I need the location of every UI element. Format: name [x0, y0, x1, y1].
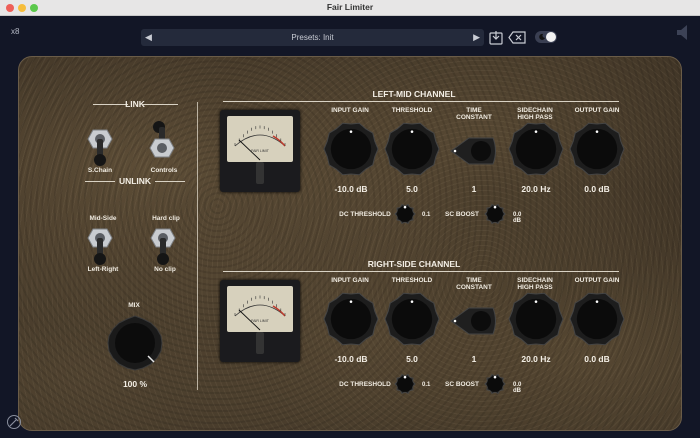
sc-boost-knob[interactable] — [484, 203, 506, 225]
time-constant-selector[interactable] — [449, 135, 499, 167]
hardclip-noclip-switch[interactable] — [150, 225, 176, 271]
input-gain-value: -10.0 dB — [334, 184, 368, 194]
time-constant-label: TIME CONSTANT — [456, 277, 492, 291]
preset-bar: ◀ Presets: Init ▶ — [141, 29, 484, 46]
mix-knob[interactable] — [107, 315, 163, 371]
divider — [143, 104, 178, 105]
sc-boost-knob[interactable] — [484, 373, 506, 395]
time-constant-value: 1 — [471, 354, 477, 364]
title-bar: Fair Limiter — [0, 0, 700, 16]
divider — [155, 181, 185, 182]
meter-adjust-screw — [256, 332, 264, 354]
vu-meter: FAIR LIMIT — [220, 280, 300, 362]
threshold-label: THRESHOLD — [391, 277, 433, 284]
sc-boost-label: SC BOOST — [445, 381, 479, 388]
meter-face: FAIR LIMIT — [227, 116, 293, 162]
sidechain-knob[interactable] — [508, 121, 564, 177]
channel-divider — [223, 271, 619, 272]
mix-value: 100 % — [122, 379, 148, 389]
input-gain-value: -10.0 dB — [334, 354, 368, 364]
delete-preset-icon[interactable] — [508, 31, 526, 44]
controls-label: Controls — [150, 167, 178, 174]
threshold-value: 5.0 — [406, 354, 418, 364]
vu-meter: FAIR LIMIT — [220, 110, 300, 192]
sc-boost-value: 0.0 dB — [513, 212, 522, 224]
threshold-value: 5.0 — [406, 184, 418, 194]
channel-divider — [223, 101, 619, 102]
hardclip-label: Hard clip — [152, 215, 180, 222]
mix-label: MIX — [128, 302, 140, 309]
output-gain-knob[interactable] — [569, 121, 625, 177]
plugin-panel: LINK S.Chain Controls UNLINK Mid-Side Ha… — [18, 56, 682, 431]
noclip-label: No clip — [154, 266, 176, 273]
oversampling-selector[interactable]: x8 — [11, 27, 19, 36]
dc-threshold-value: 0.1 — [422, 382, 431, 388]
threshold-knob[interactable] — [384, 291, 440, 347]
dc-threshold-value: 0.1 — [422, 212, 431, 218]
input-gain-label: INPUT GAIN — [331, 277, 369, 284]
midside-leftright-switch[interactable] — [87, 225, 113, 271]
meter-scale: FAIR LIMIT — [234, 125, 286, 161]
meter-adjust-screw — [256, 162, 264, 184]
window-title: Fair Limiter — [326, 2, 374, 12]
threshold-knob[interactable] — [384, 121, 440, 177]
svg-text:FAIR LIMIT: FAIR LIMIT — [251, 149, 270, 153]
schain-label: S.Chain — [87, 167, 113, 174]
dc-threshold-label: DC THRESHOLD — [339, 211, 391, 218]
time-constant-value: 1 — [471, 184, 477, 194]
midside-label: Mid-Side — [89, 215, 117, 222]
speaker-icon[interactable] — [676, 24, 690, 41]
svg-text:FAIR LIMIT: FAIR LIMIT — [251, 319, 270, 323]
time-constant-selector[interactable] — [449, 305, 499, 337]
dc-threshold-knob[interactable] — [394, 373, 416, 395]
channel-title: LEFT-MID CHANNEL — [372, 89, 456, 99]
sc-boost-label: SC BOOST — [445, 211, 479, 218]
save-preset-icon[interactable] — [489, 30, 503, 45]
output-gain-label: OUTPUT GAIN — [574, 107, 620, 114]
sidechain-knob[interactable] — [508, 291, 564, 347]
settings-wrench-icon[interactable] — [6, 414, 22, 430]
sidechain-label: SIDECHAIN HIGH PASS — [517, 107, 553, 121]
output-gain-knob[interactable] — [569, 291, 625, 347]
output-gain-value: 0.0 dB — [584, 354, 610, 364]
input-gain-label: INPUT GAIN — [331, 107, 369, 114]
sidechain-value: 20.0 Hz — [521, 354, 551, 364]
dc-threshold-knob[interactable] — [394, 203, 416, 225]
schain-link-switch[interactable] — [87, 126, 113, 172]
unlink-title: UNLINK — [118, 176, 152, 186]
output-gain-label: OUTPUT GAIN — [574, 277, 620, 284]
leftright-label: Left-Right — [87, 266, 119, 273]
moon-icon — [539, 33, 545, 40]
divider — [85, 181, 115, 182]
threshold-label: THRESHOLD — [391, 107, 433, 114]
vertical-divider — [197, 102, 198, 390]
dc-threshold-label: DC THRESHOLD — [339, 381, 391, 388]
input-gain-knob[interactable] — [323, 121, 379, 177]
channel-title: RIGHT-SIDE CHANNEL — [367, 259, 461, 269]
preset-next-button[interactable]: ▶ — [470, 31, 480, 43]
preset-label[interactable]: Presets: Init — [141, 33, 484, 42]
output-gain-value: 0.0 dB — [584, 184, 610, 194]
sc-boost-value: 0.0 dB — [513, 382, 522, 394]
toggle-knob — [546, 32, 556, 42]
meter-scale: FAIR LIMIT — [234, 295, 286, 331]
time-constant-label: TIME CONSTANT — [456, 107, 492, 121]
sidechain-value: 20.0 Hz — [521, 184, 551, 194]
meter-face: FAIR LIMIT — [227, 286, 293, 332]
input-gain-knob[interactable] — [323, 291, 379, 347]
theme-toggle[interactable] — [535, 31, 557, 43]
sidechain-label: SIDECHAIN HIGH PASS — [517, 277, 553, 291]
controls-link-switch[interactable] — [149, 117, 175, 163]
